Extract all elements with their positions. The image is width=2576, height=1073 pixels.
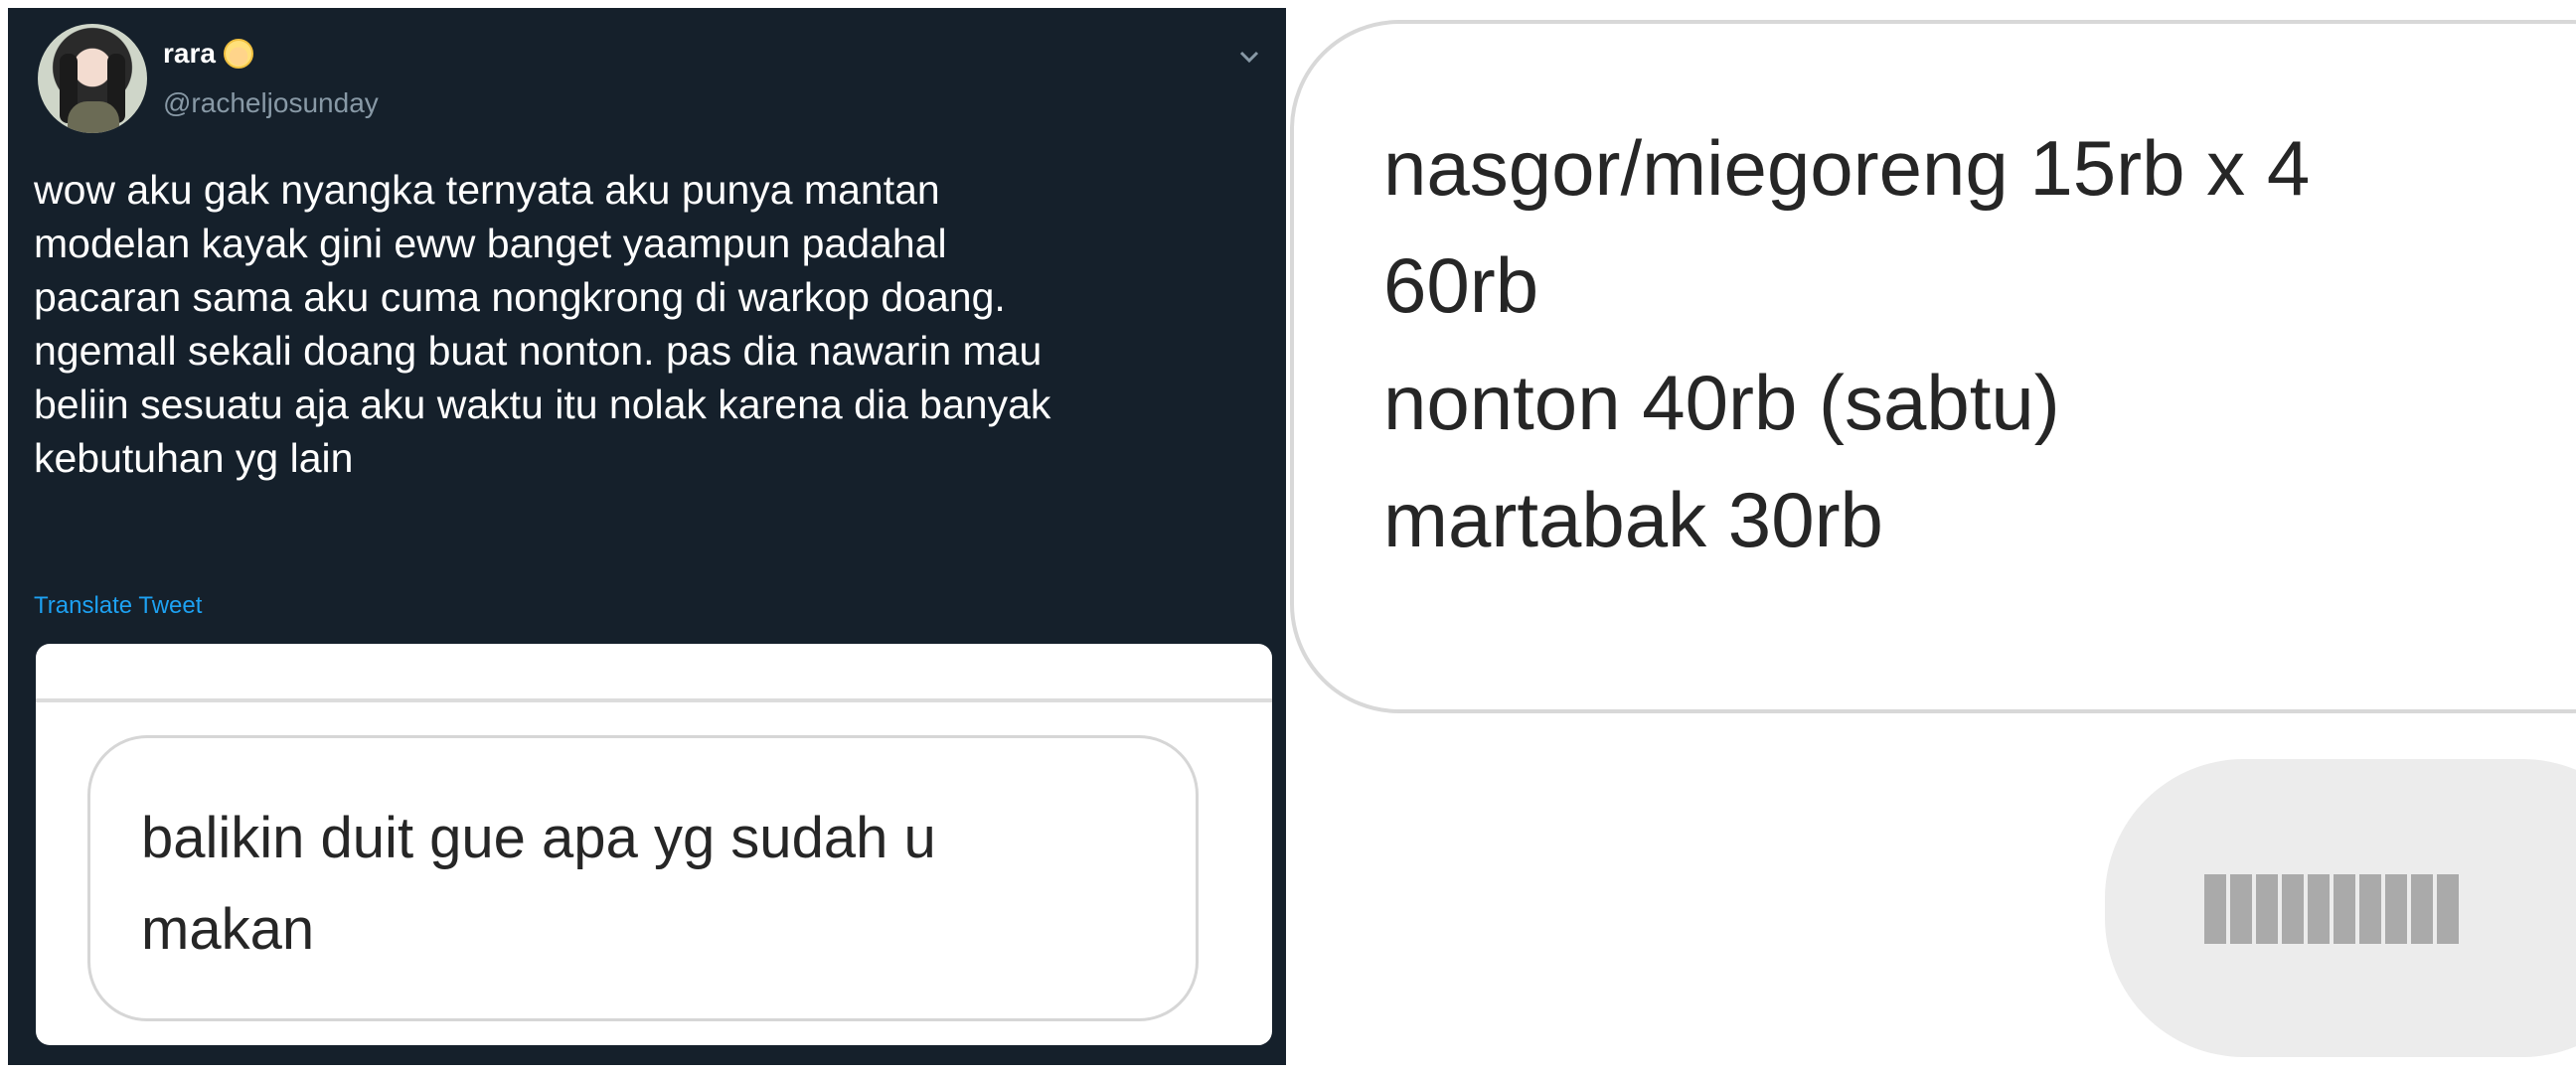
blonde-person-emoji-icon [223,39,253,69]
receipt-line: martabak 30rb [1383,476,1883,563]
receipt-line: 60rb [1383,241,1539,329]
display-name[interactable]: rara [163,38,216,70]
receipt-text: nasgor/miegoreng 15rb x 4 60rb nonton 40… [1383,109,2310,578]
chevron-down-icon[interactable] [1234,42,1264,72]
translate-tweet-link[interactable]: Translate Tweet [34,592,202,620]
tweet-card: rara @racheljosunday wow aku gak nyangka… [8,8,1286,1065]
author-name-row[interactable]: rara [163,38,253,70]
divider [36,698,1272,702]
tweet-text: wow aku gak nyangka ternyata aku punya m… [34,167,1051,481]
embedded-image[interactable]: balikin duit gue apa yg sudah u makan [36,644,1272,1045]
receipt-line: nasgor/miegoreng 15rb x 4 [1383,124,2311,212]
message-text: balikin duit gue apa yg sudah u makan [141,806,936,962]
receipt-line: nonton 40rb (sabtu) [1383,359,2060,446]
avatar[interactable] [38,24,147,133]
zoomed-message-panel: nasgor/miegoreng 15rb x 4 60rb nonton 40… [1290,0,2576,1073]
user-handle[interactable]: @racheljosunday [163,87,379,119]
pixelated-text [2204,874,2459,944]
